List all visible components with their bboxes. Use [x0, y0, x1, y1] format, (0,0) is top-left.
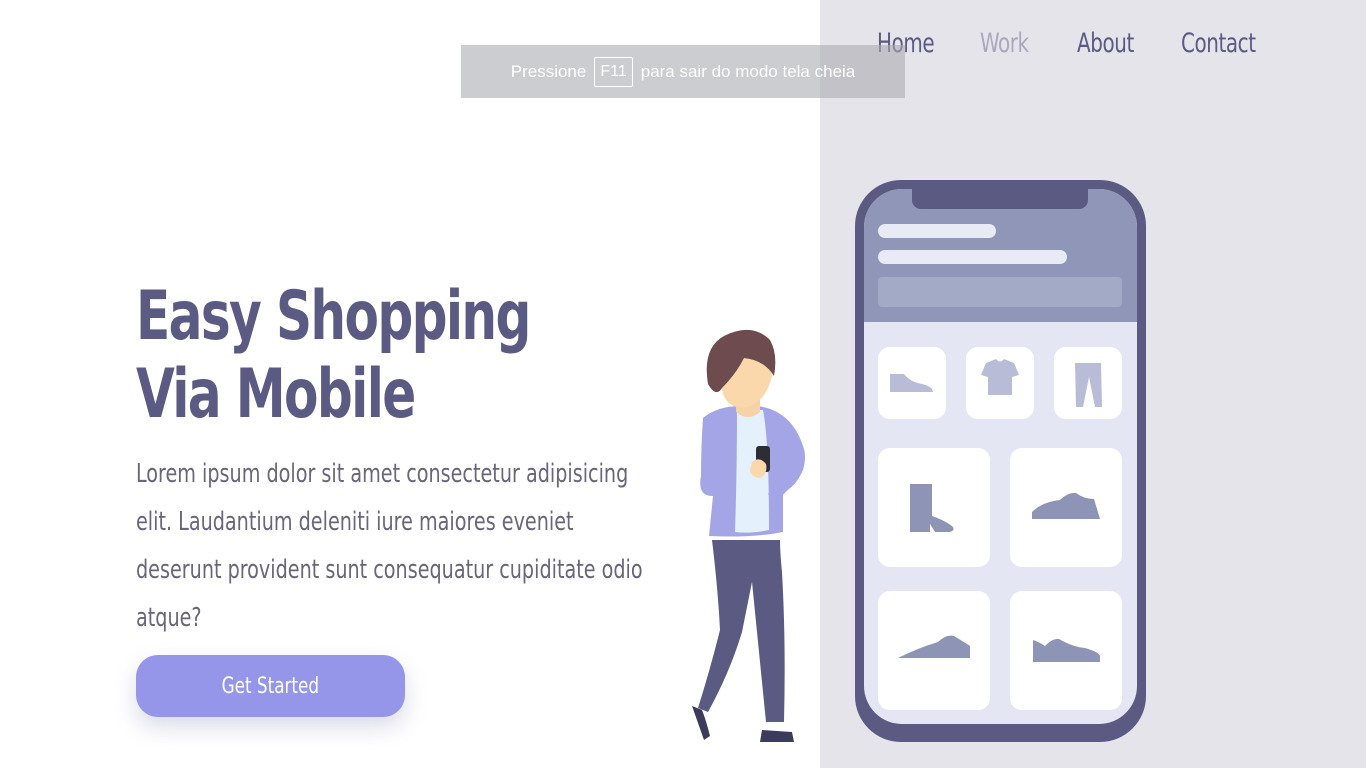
get-started-button[interactable]: Get Started [136, 655, 405, 717]
hero-title-line1: Easy Shopping [136, 277, 531, 356]
person-illustration [692, 329, 805, 742]
get-started-label: Get Started [221, 673, 320, 699]
fullscreen-notice: Pressione F11 para sair do modo tela che… [461, 45, 905, 98]
fullscreen-notice-before: Pressione [510, 61, 587, 81]
hero-title-line2: Via Mobile [136, 355, 416, 434]
f11-key-badge: F11 [594, 56, 633, 87]
hero-description: Lorem ipsum dolor sit amet consectetur a… [136, 459, 643, 633]
phone-mockup [855, 180, 1146, 742]
hero-title: Easy Shopping Via Mobile [136, 277, 531, 434]
fullscreen-notice-after: para sair do modo tela cheia [640, 61, 856, 81]
